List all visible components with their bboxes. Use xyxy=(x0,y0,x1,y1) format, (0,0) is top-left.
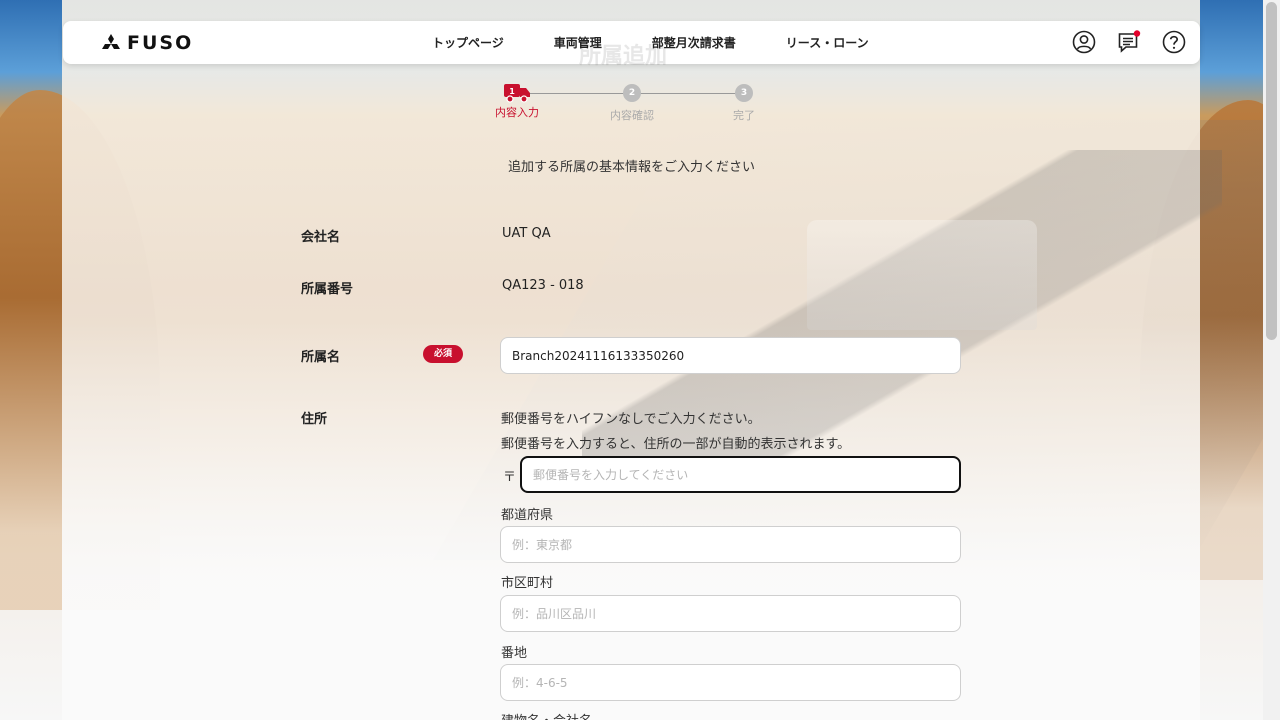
block-input[interactable] xyxy=(500,664,961,701)
step-number-2: 2 xyxy=(623,84,641,102)
step-input: 1 内容入力 xyxy=(477,82,557,120)
main-nav: トップページ 車両管理 部整月次請求書 リース・ローン xyxy=(432,34,869,51)
nav-vehicle-management[interactable]: 車両管理 xyxy=(554,34,602,51)
step-number-3: 3 xyxy=(735,84,753,102)
step-number-1: 1 xyxy=(509,87,515,96)
page-scrollbar[interactable] xyxy=(1263,0,1280,720)
required-badge: 必須 xyxy=(423,345,463,363)
nav-monthly-invoice[interactable]: 部整月次請求書 xyxy=(652,34,736,51)
building-label: 建物名・会社名 xyxy=(501,710,592,720)
truck-step-icon: 1 xyxy=(504,84,530,103)
fuso-logo[interactable]: FUSO xyxy=(101,32,194,54)
company-label: 会社名 xyxy=(301,230,341,245)
brand-name: FUSO xyxy=(127,32,194,54)
postal-mark-icon: 〒 xyxy=(503,470,517,485)
postal-code-input[interactable] xyxy=(520,456,961,493)
branch-name-label: 所属名 xyxy=(301,350,341,365)
scrollbar-thumb[interactable] xyxy=(1266,2,1277,340)
city-label: 市区町村 xyxy=(501,576,554,591)
account-icon[interactable] xyxy=(1072,30,1096,54)
step-label-3: 完了 xyxy=(733,109,755,122)
postal-help-text-1: 郵便番号をハイフンなしでご入力ください。 xyxy=(501,412,761,427)
branch-number-label: 所属番号 xyxy=(301,282,354,297)
prefecture-label: 都道府県 xyxy=(501,508,554,523)
step-label-1: 内容入力 xyxy=(495,106,539,119)
truck-image xyxy=(807,220,1037,330)
nav-lease-loan[interactable]: リース・ローン xyxy=(786,34,869,51)
nav-top-page[interactable]: トップページ xyxy=(432,34,504,51)
step-label-2: 内容確認 xyxy=(610,109,654,122)
help-icon[interactable] xyxy=(1162,30,1186,54)
prefecture-input[interactable] xyxy=(500,526,961,563)
three-diamonds-logo-icon xyxy=(102,34,120,49)
form-intro-text: 追加する所属の基本情報をご入力ください xyxy=(508,160,756,175)
city-input[interactable] xyxy=(500,595,961,632)
progress-stepper: 1 内容入力 2 内容確認 3 完了 xyxy=(480,82,780,126)
postal-help-text-2: 郵便番号を入力すると、住所の一部が自動的表示されます。 xyxy=(501,437,851,452)
header-icons xyxy=(1072,30,1186,54)
address-label: 住所 xyxy=(301,412,328,427)
step-complete: 3 完了 xyxy=(704,82,784,123)
block-label: 番地 xyxy=(501,646,528,661)
step-confirm: 2 内容確認 xyxy=(592,82,672,123)
company-value: UAT QA xyxy=(502,226,551,241)
branch-number-value: QA123 - 018 xyxy=(502,278,584,293)
message-icon[interactable] xyxy=(1117,30,1141,54)
top-header: 所属追加 FUSO トップページ 車両管理 部整月次請求書 リース・ローン xyxy=(63,21,1200,69)
branch-name-input[interactable] xyxy=(500,337,961,374)
